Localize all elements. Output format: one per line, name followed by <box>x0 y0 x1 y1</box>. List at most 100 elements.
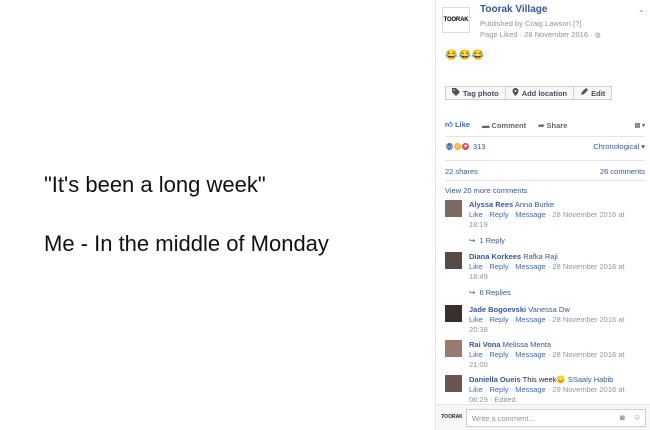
comment-input[interactable]: Write a comment... <box>466 409 646 427</box>
comment-meta: Like · Reply · Message · 28 November 201… <box>469 350 625 369</box>
page-liked-date: Page Liked · 28 November 2016 · ◍ <box>480 30 601 39</box>
post-photo[interactable]: "It's been a long week" Me - In the midd… <box>0 0 435 430</box>
like-button[interactable]: 👍︎ Like <box>445 120 470 130</box>
emoji-icon[interactable]: ☺ <box>633 413 641 422</box>
current-user-avatar: TOORAK <box>441 414 463 420</box>
comment-reply-link[interactable]: Reply <box>489 210 508 219</box>
comment-message-link[interactable]: Message <box>515 262 545 271</box>
add-location-button[interactable]: Add location <box>505 86 575 100</box>
comment-author[interactable]: Jade Bogoevski <box>469 305 526 314</box>
tag-icon <box>452 88 460 98</box>
published-by: Published by Craig Lawson [?] <box>480 19 582 28</box>
comment-message-link[interactable]: Message <box>515 210 545 219</box>
chevron-down-icon[interactable]: ⌄ <box>637 4 645 15</box>
comment-like-link[interactable]: Like <box>469 210 483 219</box>
comment-meta: Like · Reply · Message · 28 November 201… <box>469 315 625 334</box>
page-avatar[interactable]: TOORAK <box>442 7 470 33</box>
comment-tagged-user[interactable]: Vanessa Dw <box>528 305 570 314</box>
comment-message-link[interactable]: Message <box>515 385 545 394</box>
share-label: Share <box>546 120 568 130</box>
post-header: TOORAK Toorak Village Published by Craig… <box>442 3 647 43</box>
comment-bubble-icon: ▬ <box>481 120 490 130</box>
comment-like-link[interactable]: Like <box>469 262 483 271</box>
comment-meta: Like · Reply · Message · 28 November 201… <box>469 210 625 229</box>
comment-reply-link[interactable]: Reply <box>489 385 508 394</box>
replies-count: 6 Replies <box>479 288 511 297</box>
post-actions: 👍︎ Like ▬ Comment ➦ Share ▤ ▾ <box>445 120 645 130</box>
comment-reply-link[interactable]: Reply <box>489 315 508 324</box>
comment-body: Rai Vona Melissa Menta Like · Reply · Me… <box>469 340 645 370</box>
comment-item: Diana Korkees Rafka Raji Like · Reply · … <box>445 252 645 302</box>
view-replies-link[interactable]: ↪ 1 Reply <box>469 236 505 245</box>
photo-edit-toolbar: Tag photo Add location Edit <box>445 86 613 100</box>
comment-reply-link[interactable]: Reply <box>489 262 508 271</box>
comment-text: This week😞 <box>522 375 566 384</box>
comment-like-link[interactable]: Like <box>469 350 483 359</box>
commenter-avatar[interactable] <box>445 375 462 392</box>
location-pin-icon <box>512 88 519 98</box>
commenter-avatar[interactable] <box>445 305 462 322</box>
photo-caption-line-2: Me - In the middle of Monday <box>44 231 329 256</box>
comment-meta: Like · Reply · Message · 28 November 201… <box>469 262 625 281</box>
reply-arrow-icon: ↪ <box>469 236 476 245</box>
pencil-icon <box>580 88 589 98</box>
comment-author[interactable]: Daniella Oueis <box>469 375 521 384</box>
divider <box>445 160 645 161</box>
thumbs-up-icon: 👍︎ <box>445 120 453 129</box>
shares-count-link[interactable]: 22 shares <box>445 167 478 176</box>
stats-row: 22 shares 26 comments <box>445 167 645 176</box>
comment-author[interactable]: Diana Korkees <box>469 252 521 261</box>
comment-like-link[interactable]: Like <box>469 315 483 324</box>
tag-photo-label: Tag photo <box>463 88 499 98</box>
audience-selector-icon[interactable]: ▤ ▾ <box>635 122 645 129</box>
page-name-link[interactable]: Toorak Village <box>480 4 547 15</box>
share-button[interactable]: ➦ Share <box>538 121 567 130</box>
comment-item: Jade Bogoevski Vanessa Dw Like · Reply ·… <box>445 305 645 339</box>
comment-sort-label: Chronological <box>593 142 640 151</box>
comment-button[interactable]: ▬ Comment <box>482 121 526 130</box>
divider <box>445 180 645 181</box>
comment-body: Alyssa Rees Anna Burke Like · Reply · Me… <box>469 200 645 230</box>
comment-body: Diana Korkees Rafka Raji Like · Reply · … <box>469 252 645 282</box>
comment-item: Rai Vona Melissa Menta Like · Reply · Me… <box>445 340 645 374</box>
view-replies-link[interactable]: ↪ 6 Replies <box>469 288 511 297</box>
like-label: Like <box>454 120 470 129</box>
reactions-row: 👍︎ ☺ ♥ 313 Chronological ▾ <box>445 142 645 151</box>
globe-icon: ◍ <box>594 32 601 39</box>
comment-tagged-user[interactable]: Melissa Menta <box>503 340 551 349</box>
comment-message-link[interactable]: Message <box>515 315 545 324</box>
commenter-avatar[interactable] <box>445 252 462 269</box>
commenter-avatar[interactable] <box>445 340 462 357</box>
share-arrow-icon: ➦ <box>538 120 545 130</box>
edit-label: Edit <box>591 88 606 98</box>
tag-photo-button[interactable]: Tag photo <box>445 86 506 100</box>
reply-arrow-icon: ↪ <box>469 288 476 297</box>
comment-item: Daniella Oueis This week😞 SSaaly Habib L… <box>445 375 645 402</box>
comment-message-link[interactable]: Message <box>515 350 545 359</box>
comments-count-link[interactable]: 26 comments <box>600 167 645 176</box>
comment-reply-link[interactable]: Reply <box>489 350 508 359</box>
edit-button[interactable]: Edit <box>574 86 613 100</box>
divider <box>445 136 645 137</box>
comment-item: Alyssa Rees Anna Burke Like · Reply · Me… <box>445 200 645 250</box>
comment-tagged-user[interactable]: Rafka Raji <box>523 252 558 261</box>
comment-body: Jade Bogoevski Vanessa Dw Like · Reply ·… <box>469 305 645 335</box>
write-comment-bar: TOORAK Write a comment... ◙ ☺ <box>436 404 650 430</box>
comment-sort-dropdown[interactable]: Chronological ▾ <box>593 142 645 151</box>
comment-tagged-user[interactable]: SSaaly Habib <box>568 375 613 384</box>
post-side-panel: TOORAK Toorak Village Published by Craig… <box>435 0 650 430</box>
page-avatar-text: TOORAK <box>443 17 469 23</box>
page-liked-text: Page Liked · 28 November 2016 · <box>480 30 593 39</box>
comment-meta: Like · Reply · Message · 29 November 201… <box>469 385 625 402</box>
comment-like-link[interactable]: Like <box>469 385 483 394</box>
view-more-comments-link[interactable]: View 20 more comments <box>445 186 527 195</box>
reaction-count[interactable]: 313 <box>473 142 486 151</box>
camera-icon[interactable]: ◙ <box>620 413 625 422</box>
photo-caption-line-1: "It's been a long week" <box>44 172 266 197</box>
comment-author[interactable]: Alyssa Rees <box>469 200 513 209</box>
comment-author[interactable]: Rai Vona <box>469 340 501 349</box>
commenter-avatar[interactable] <box>445 200 462 217</box>
comment-label: Comment <box>491 120 527 130</box>
comment-tagged-user[interactable]: Anna Burke <box>515 200 554 209</box>
add-location-label: Add location <box>521 88 568 98</box>
